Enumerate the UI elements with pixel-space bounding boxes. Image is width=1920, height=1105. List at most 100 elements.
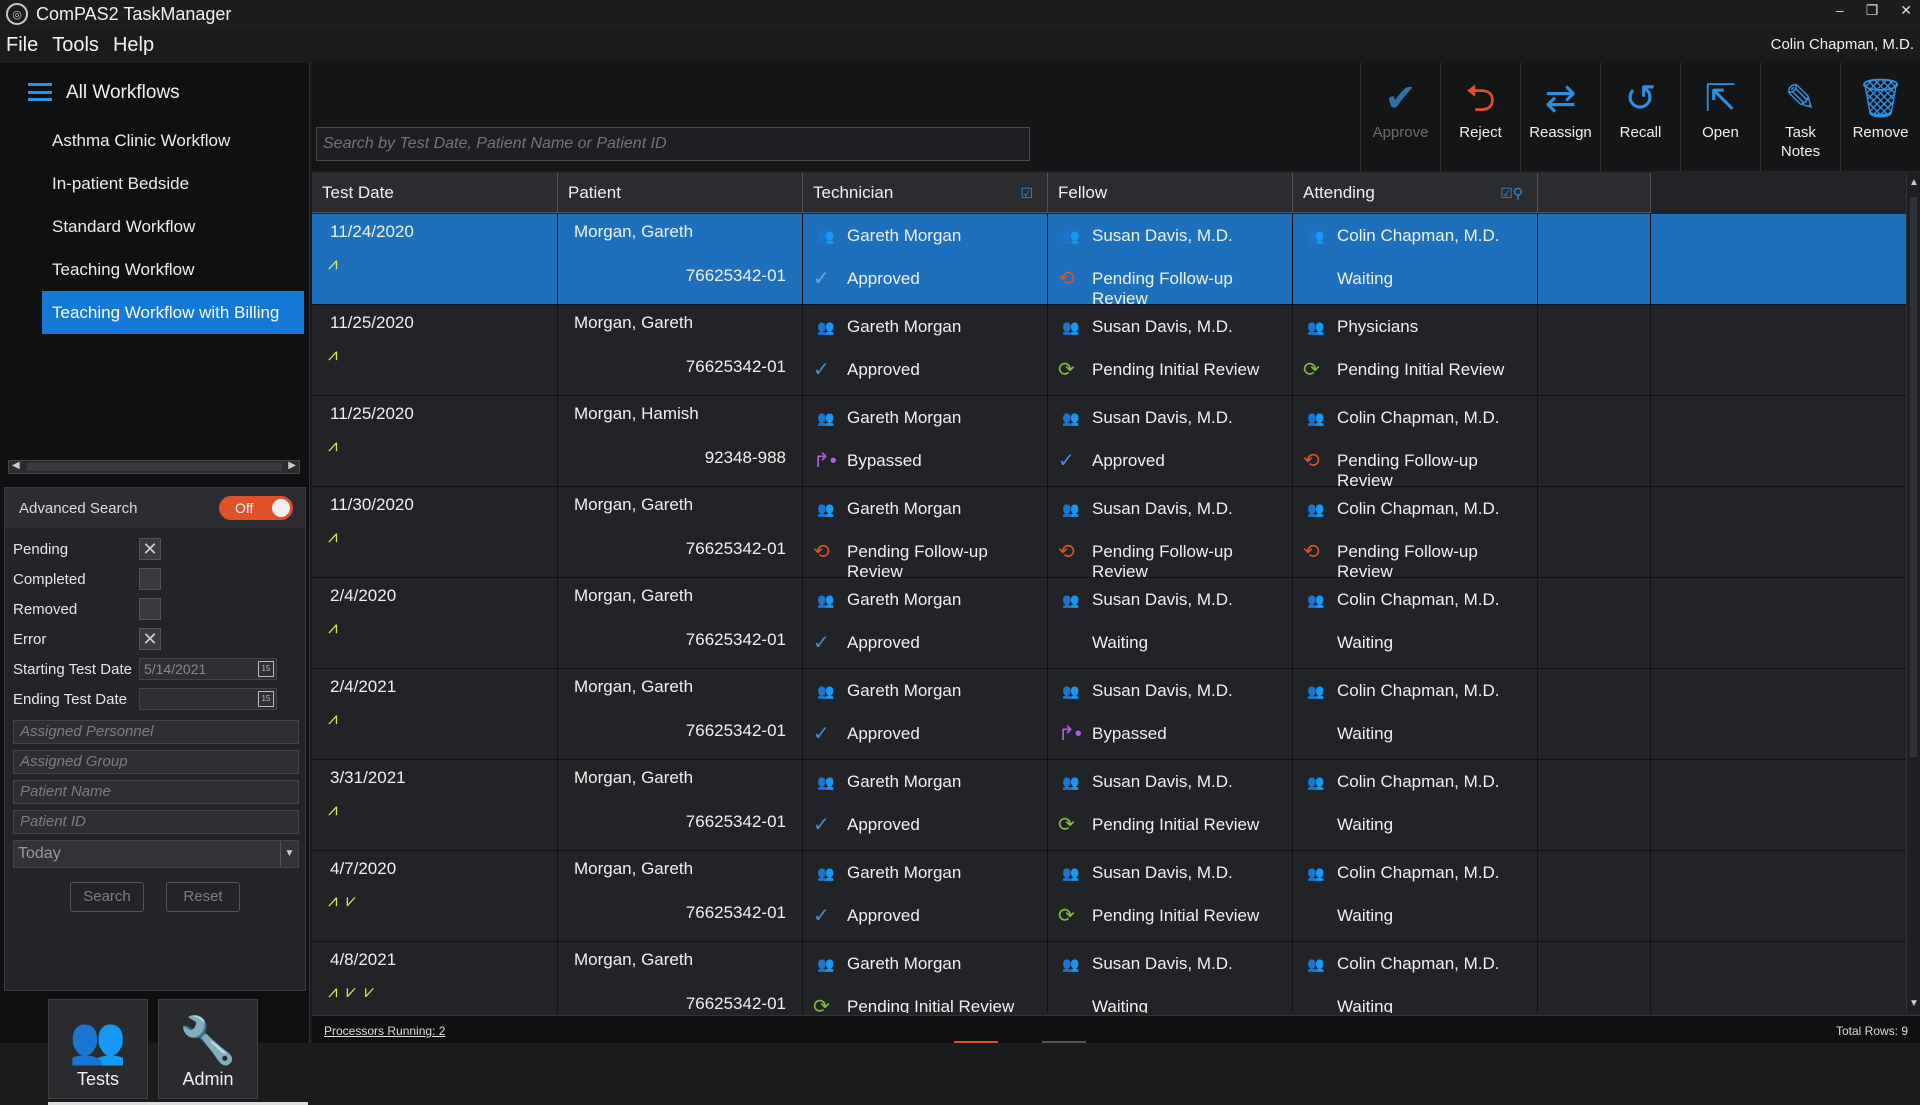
fellow-name: Susan Davis, M.D. [1092,863,1233,882]
task-search-input[interactable] [316,127,1030,161]
reset-button[interactable]: Reset [166,882,240,912]
table-row[interactable]: 2/4/2021 ⩘ Morgan, Gareth 76625342-01 👥 Garet… [312,669,1907,760]
patient-cell: Morgan, Gareth 76625342-01 [558,942,803,1013]
table-row[interactable]: 11/25/2020 ⩘ Morgan, Gareth 76625342-01 👥 Gar… [312,305,1907,396]
scroll-right-icon[interactable]: ▶ [288,460,296,471]
table-row[interactable]: 11/25/2020 ⩘ Morgan, Hamish 92348-988 👥 Garet… [312,396,1907,490]
grid-vscrollbar[interactable]: ▲ ▼ [1906,173,1920,1013]
patient-name-input[interactable]: Patient Name [13,780,299,804]
scroll-left-icon[interactable]: ◀ [12,460,20,471]
scroll-up-icon[interactable]: ▲ [1909,177,1919,188]
patient-id-input[interactable]: Patient ID [13,810,299,834]
waveform-icon[interactable]: ⩘ [328,345,340,365]
attending-status: Pending Initial Review [1337,360,1505,379]
admin-button[interactable]: 🔧 Admin [158,999,258,1099]
user-group-icon: 👥 [1307,501,1325,517]
calendar-icon[interactable]: 15 [258,691,274,707]
menu-file[interactable]: File [6,34,38,57]
column-header[interactable]: Fellow [1048,173,1293,213]
workflow-item[interactable]: Standard Workflow [42,205,304,248]
attending-status: Pending Follow-up Review [1337,542,1478,581]
search-button[interactable]: Search [70,882,144,912]
technician-status: Approved [847,360,920,379]
recall-label: Recall [1619,124,1662,141]
grid-rows: 11/24/2020 ⩘ Morgan, Gareth 76625342-01 👥 Gar… [312,214,1907,1013]
processors-running-link[interactable]: Processors Running: 2 [324,1024,445,1038]
approve-button[interactable]: ✔ Approve [1360,63,1440,171]
column-header[interactable]: Patient [558,173,803,213]
workflow-item[interactable]: Asthma Clinic Workflow [42,119,304,162]
waveform-icon[interactable]: ⩘ [328,618,340,638]
left-panel: All Workflows Asthma Clinic Workflow In-p… [0,63,310,1105]
waveform-icon[interactable]: ⩘ ⩗ ⩗ [328,982,376,1002]
waveform-icon[interactable]: ⩘ [328,800,340,820]
attending-name: Colin Chapman, M.D. [1337,954,1500,973]
column-header[interactable]: Technician ☑ [803,173,1048,213]
reassign-label: Reassign [1529,124,1592,141]
status-filter-checkbox[interactable]: ✕ [139,628,161,650]
waveform-icon[interactable]: ⩘ ⩗ [328,891,358,911]
advanced-search-toggle[interactable]: Off [219,496,293,520]
end-date-input[interactable]: 15 [139,688,277,710]
table-row[interactable]: 11/30/2020 ⩘ Morgan, Gareth 76625342-01 👥 Gar… [312,487,1907,581]
patient-id: 76625342-01 [685,266,786,285]
table-row[interactable]: 4/7/2020 ⩘ ⩗ Morgan, Gareth 76625342-01 👥 Gar… [312,851,1907,942]
table-row[interactable]: 4/8/2021 ⩘ ⩗ ⩗ Morgan, Gareth 76625342-01 👥 G… [312,942,1907,1013]
workflow-root[interactable]: All Workflows [4,67,306,119]
recall-button[interactable]: ↺ Recall [1600,63,1680,171]
waveform-icon[interactable]: ⩘ [328,436,340,456]
remove-button[interactable]: 🗑 Remove [1840,63,1920,171]
patient-cell: Morgan, Gareth 76625342-01 [558,760,803,851]
fellow-status: Bypassed [1092,724,1167,743]
column-header[interactable]: Test Date [312,173,558,213]
status-filter-checkbox[interactable]: ✕ [139,538,161,560]
assigned-group-input[interactable]: Assigned Group [13,750,299,774]
column-header[interactable]: Attending ☑⚲ [1293,173,1538,213]
user-group-icon: 👥 [817,410,835,426]
open-button[interactable]: ⇱ Open [1680,63,1760,171]
workflow-item[interactable]: Teaching Workflow [42,248,304,291]
tests-button[interactable]: 👥 Tests [48,999,148,1099]
reassign-button[interactable]: ⇄ Reassign [1520,63,1600,171]
date-range-select[interactable]: Today ▼ [13,840,299,868]
user-group-icon: 👥 [1062,774,1080,790]
table-row[interactable]: 11/24/2020 ⩘ Morgan, Gareth 76625342-01 👥 Gar… [312,214,1907,308]
workflow-item[interactable]: In-patient Bedside [42,162,304,205]
technician-name: Gareth Morgan [847,681,962,700]
assigned-personnel-input[interactable]: Assigned Personnel [13,720,299,744]
initial-status-icon: ⟳ [1058,814,1075,836]
row-spacer-cell [1538,942,1651,1013]
table-row[interactable]: 2/4/2020 ⩘ Morgan, Gareth 76625342-01 👥 Garet… [312,578,1907,669]
workflow-hscrollbar[interactable]: ◀ ▶ [8,460,300,474]
close-icon[interactable]: ✕ [1900,2,1912,19]
workflow-item[interactable]: Teaching Workflow with Billing [42,291,304,334]
chevron-down-icon[interactable]: ▼ [280,841,298,867]
scroll-down-icon[interactable]: ▼ [1909,998,1919,1009]
restore-icon[interactable]: ❐ [1866,2,1879,19]
minimize-icon[interactable]: – [1836,2,1844,19]
start-date-input[interactable]: 5/14/2021 15 [139,658,277,680]
technician-status: Approved [847,906,920,925]
attending-cell: 👥 Colin Chapman, M.D. Waiting [1293,669,1538,760]
scroll-thumb[interactable] [27,463,282,471]
patient-id: 76625342-01 [685,903,786,922]
status-filter-checkbox[interactable] [139,598,161,620]
task-notes-button[interactable]: ✎ Task Notes [1760,63,1840,171]
status-bar: Processors Running: 2 Total Rows: 9 [312,1015,1920,1043]
menu-help[interactable]: Help [113,34,154,57]
menu-tools[interactable]: Tools [52,34,99,57]
status-filter-checkbox[interactable] [139,568,161,590]
calendar-icon[interactable]: 15 [258,661,274,677]
waveform-icon[interactable]: ⩘ [328,254,340,274]
task-notes-label-2: Notes [1780,143,1821,160]
column-filter-icon[interactable]: ☑ [1020,173,1033,213]
waveform-icon[interactable]: ⩘ [328,709,340,729]
reject-button[interactable]: ⮌ Reject [1440,63,1520,171]
column-filter-icon[interactable]: ☑⚲ [1500,173,1523,213]
reject-label: Reject [1459,124,1502,141]
waveform-icon[interactable]: ⩘ [328,527,340,547]
main-content: ✔ Approve ⮌ Reject ⇄ Reassign ↺ Recall ⇱ Open ✎ Tas… [312,63,1920,1043]
patient-id: 76625342-01 [685,721,786,740]
table-row[interactable]: 3/31/2021 ⩘ Morgan, Gareth 76625342-01 👥 Gare… [312,760,1907,851]
scroll-thumb[interactable] [1910,197,1917,757]
